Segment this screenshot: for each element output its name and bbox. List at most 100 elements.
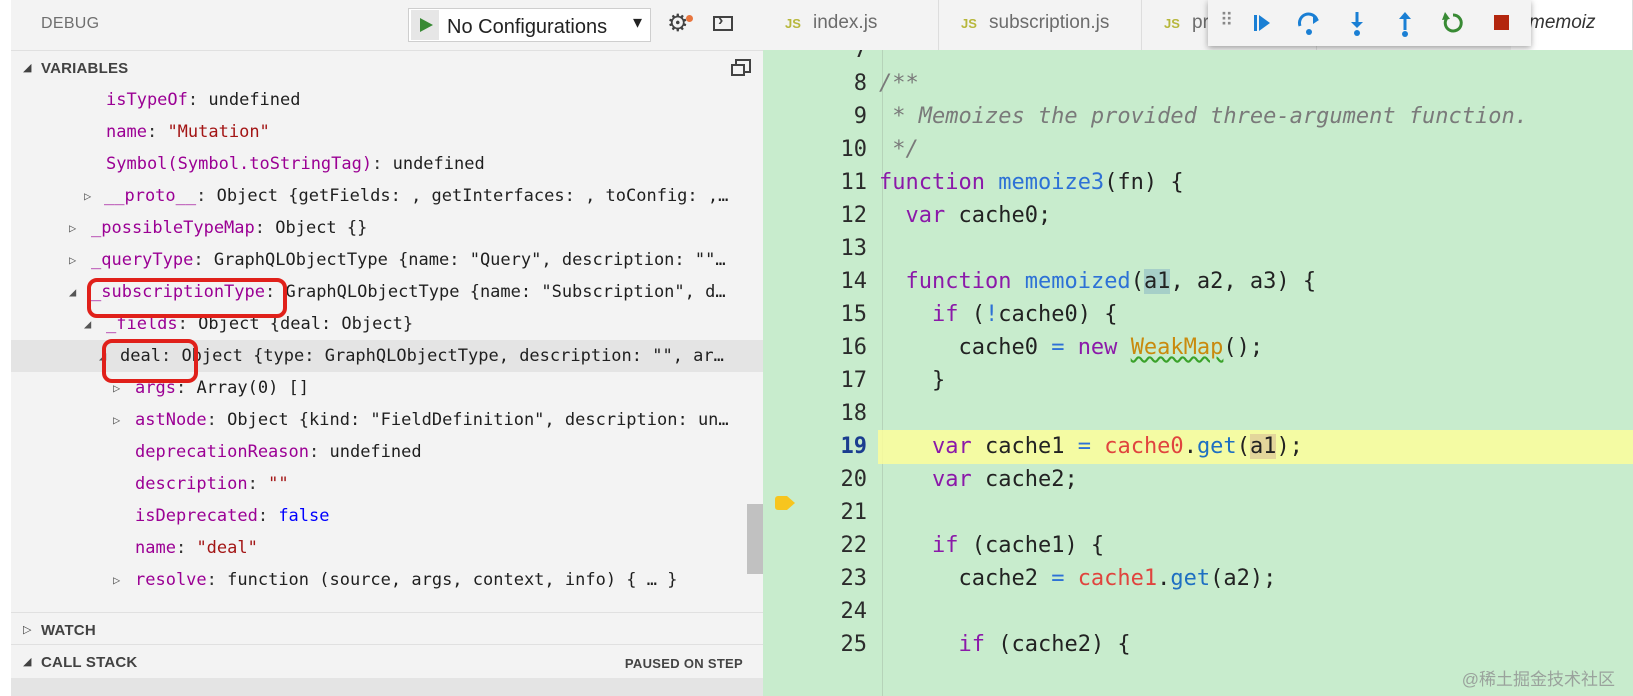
drag-handle-icon[interactable]: ⠿ — [1220, 10, 1233, 31]
chevron-right-icon[interactable]: ▷ — [84, 180, 91, 212]
code-line: 15 if (!cache0) { — [763, 298, 1633, 332]
chevron-right-icon[interactable]: ▷ — [69, 212, 76, 244]
code-line: 9 * Memoizes the provided three-argument… — [763, 100, 1633, 134]
variable-row[interactable]: ▷ __proto__: Object {getFields: , getInt… — [11, 180, 763, 212]
highlight-deal — [102, 339, 198, 383]
tab-label: pr — [1192, 12, 1209, 33]
code-editor[interactable]: 7 8/** 9 * Memoizes the provided three-a… — [763, 50, 1633, 696]
line-number: 23 — [840, 566, 868, 591]
variable-row[interactable]: ▷ astNode: Object {kind: "FieldDefinitio… — [11, 404, 763, 436]
variable-key: __proto__ — [104, 186, 197, 206]
continue-icon[interactable] — [1244, 6, 1278, 40]
variable-value: undefined — [392, 154, 485, 174]
variable-value: GraphQLObjectType {name: "Subscription",… — [285, 282, 726, 302]
start-debugging-icon[interactable] — [411, 10, 439, 40]
code-line: 20 var cache2; — [763, 463, 1633, 497]
line-number: 20 — [840, 467, 868, 492]
code-line: 12 var cache0; — [763, 199, 1633, 233]
code-line: 14 function memoized(a1, a2, a3) { — [763, 265, 1633, 299]
variable-key: isDeprecated — [135, 506, 258, 526]
variable-key: resolve — [135, 570, 207, 590]
code-line: 23 cache2 = cache1.get(a2); — [763, 562, 1633, 596]
js-file-icon: JS — [1164, 16, 1180, 31]
step-out-icon[interactable] — [1388, 6, 1422, 40]
line-number: 24 — [840, 599, 868, 624]
variable-value: "" — [268, 474, 289, 494]
code-line: 11 function memoize3(fn) { — [763, 166, 1633, 200]
variable-value: "Mutation" — [167, 122, 270, 142]
line-number: 14 — [840, 269, 868, 294]
variables-section-header[interactable]: ◢ VARIABLES — [11, 50, 763, 85]
configuration-label: No Configurations — [447, 16, 608, 38]
collapse-all-icon[interactable] — [731, 59, 751, 76]
code-line: 10 */ — [763, 133, 1633, 167]
variable-key: description — [135, 474, 248, 494]
variable-row[interactable]: Symbol(Symbol.toStringTag): undefined — [11, 148, 763, 180]
line-number: 25 — [840, 632, 868, 657]
chevron-down-icon[interactable]: ◢ — [69, 276, 76, 308]
tab-label: index.js — [813, 12, 878, 33]
line-number: 12 — [840, 203, 868, 228]
js-file-icon: JS — [961, 16, 977, 31]
gear-icon[interactable]: ⚙ — [667, 10, 689, 38]
debug-header: DEBUG No Configurations ▾ ⚙ — [11, 0, 763, 50]
watch-section-header[interactable]: ▷ WATCH — [11, 612, 763, 647]
debug-sidebar: DEBUG No Configurations ▾ ⚙ ◢ VARIABLES … — [11, 0, 763, 696]
variable-value: Object {kind: "FieldDefinition", descrip… — [227, 410, 729, 430]
call-stack-section-header[interactable]: ◢ CALL STACK PAUSED ON STEP — [11, 644, 763, 679]
step-over-icon[interactable] — [1292, 6, 1326, 40]
variable-key: Symbol(Symbol.toStringTag) — [106, 154, 373, 174]
current-execution-line: 19 var cache1 = cache0.get(a1); — [763, 430, 1633, 464]
variables-title: VARIABLES — [41, 60, 129, 77]
chevron-down-icon: ◢ — [23, 656, 32, 668]
variable-value: Object {} — [275, 218, 368, 238]
step-into-icon[interactable] — [1340, 6, 1374, 40]
line-number: 13 — [840, 236, 868, 261]
configuration-select[interactable]: No Configurations ▾ — [408, 8, 651, 42]
breakpoint-arrow-icon[interactable] — [775, 494, 797, 512]
variable-value: Object {getFields: , getInterfaces: , to… — [216, 186, 729, 206]
debug-console-icon[interactable] — [713, 12, 733, 31]
call-stack-title: CALL STACK — [41, 654, 138, 671]
variable-row[interactable]: name: "deal" — [11, 532, 763, 564]
variable-value: GraphQLObjectType {name: "Query", descri… — [213, 250, 726, 270]
code-line: 22 if (cache1) { — [763, 529, 1633, 563]
variable-key: astNode — [135, 410, 207, 430]
line-number: 22 — [840, 533, 868, 558]
stop-icon[interactable] — [1484, 6, 1518, 40]
tab-label: memoiz — [1529, 12, 1596, 33]
chevron-right-icon[interactable]: ▷ — [69, 244, 76, 276]
line-number: 8 — [853, 71, 867, 96]
variable-row[interactable]: deprecationReason: undefined — [11, 436, 763, 468]
line-number: 11 — [840, 170, 868, 195]
tab-label: subscription.js — [989, 12, 1110, 33]
watch-title: WATCH — [41, 622, 96, 639]
variable-value: function (source, args, context, info) {… — [227, 570, 678, 590]
tab-index-js[interactable]: JS index.js — [763, 0, 939, 50]
variable-row[interactable]: name: "Mutation" — [11, 116, 763, 148]
scrollbar-thumb[interactable] — [747, 504, 763, 574]
variable-row[interactable]: description: "" — [11, 468, 763, 500]
variable-row[interactable]: isDeprecated: false — [11, 500, 763, 532]
tab-subscription-js[interactable]: JS subscription.js — [939, 0, 1142, 50]
chevron-right-icon[interactable]: ▷ — [113, 564, 120, 596]
variable-row[interactable]: ▷ resolve: function (source, args, conte… — [11, 564, 763, 596]
code-line: 18 — [763, 397, 1633, 431]
chevron-right-icon[interactable]: ▷ — [113, 404, 120, 436]
settings-badge — [686, 15, 693, 22]
chevron-right-icon: ▷ — [23, 624, 32, 636]
variable-value: Array(0) [] — [196, 378, 310, 398]
variable-row[interactable]: ▷ _possibleTypeMap: Object {} — [11, 212, 763, 244]
code-line: 25 if (cache2) { — [763, 628, 1633, 662]
call-stack-frame[interactable] — [11, 678, 763, 696]
line-number: 10 — [840, 137, 868, 162]
variable-row[interactable]: ▷ _queryType: GraphQLObjectType {name: "… — [11, 244, 763, 276]
variable-key: _queryType — [91, 250, 194, 270]
debug-toolbar: ⠿ — [1208, 0, 1531, 46]
restart-icon[interactable] — [1436, 6, 1470, 40]
line-number: 9 — [853, 104, 867, 129]
code-line: 8/** — [763, 67, 1633, 101]
chevron-down-icon: ▾ — [632, 12, 642, 32]
code-line: 13 — [763, 232, 1633, 266]
variable-row[interactable]: isTypeOf: undefined — [11, 84, 763, 116]
